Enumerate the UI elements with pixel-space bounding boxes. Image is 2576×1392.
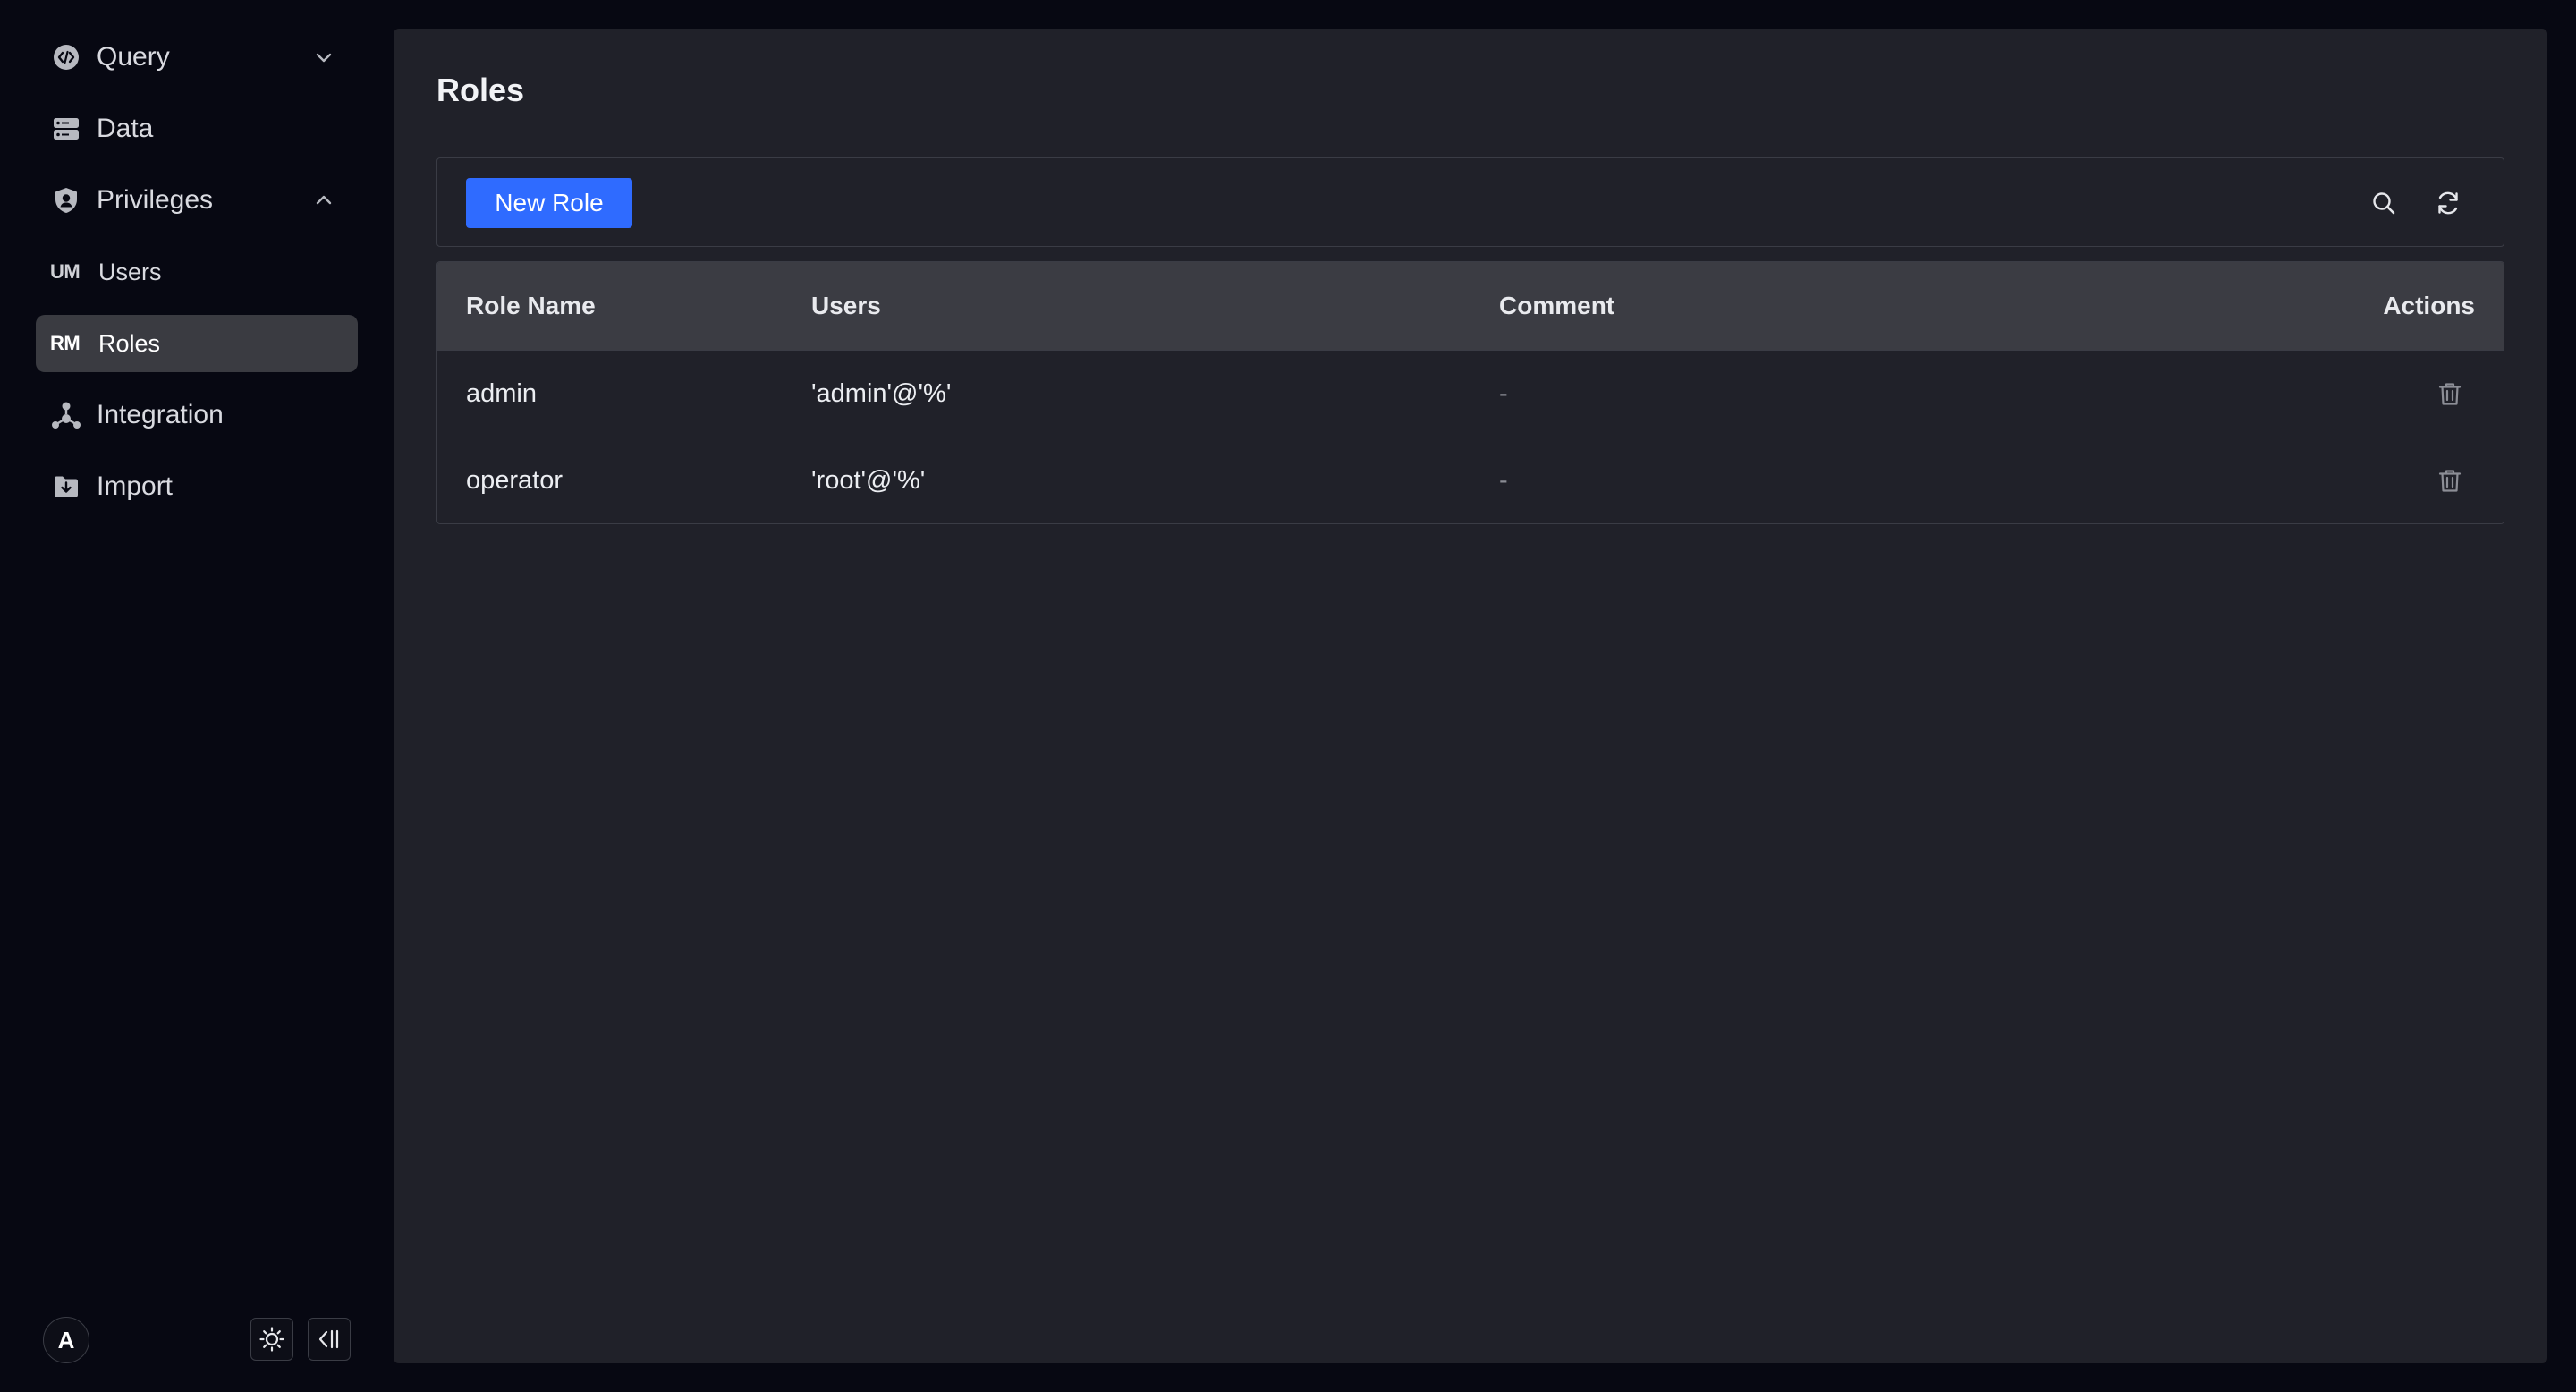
sun-icon bbox=[258, 1326, 285, 1353]
role-name-cell: admin bbox=[466, 379, 537, 408]
sidebar-item-abbr: UM bbox=[50, 260, 80, 283]
sidebar-item-label: Roles bbox=[98, 329, 161, 357]
sidebar-item-data[interactable]: Data bbox=[36, 100, 358, 157]
sidebar-item-import[interactable]: Import bbox=[36, 458, 358, 515]
sidebar-item-label: Integration bbox=[97, 400, 224, 429]
chevron-down-icon[interactable] bbox=[309, 43, 338, 72]
sidebar-item-label: Query bbox=[97, 42, 170, 72]
users-cell: 'root'@'%' bbox=[811, 466, 926, 495]
new-role-button[interactable]: New Role bbox=[466, 178, 632, 228]
integration-icon bbox=[50, 399, 82, 431]
code-icon bbox=[50, 41, 82, 73]
sidebar-item-abbr: RM bbox=[50, 332, 80, 354]
table-row: operator 'root'@'%' - bbox=[437, 437, 2504, 523]
sidebar: Query Data Privileges UM Users RM Roles … bbox=[0, 0, 394, 1392]
sidebar-item-privileges[interactable]: Privileges bbox=[36, 172, 358, 229]
column-header-role-name: Role Name bbox=[466, 292, 596, 319]
page-title: Roles bbox=[436, 72, 525, 108]
column-header-users: Users bbox=[811, 292, 881, 319]
chevron-up-icon[interactable] bbox=[309, 186, 338, 215]
import-icon bbox=[50, 471, 82, 503]
table-header: Role Name Users Comment Actions bbox=[437, 262, 2504, 350]
table-row: admin 'admin'@'%' - bbox=[437, 350, 2504, 437]
role-name-cell: operator bbox=[466, 466, 564, 495]
column-header-comment: Comment bbox=[1499, 292, 1615, 319]
database-icon bbox=[50, 113, 82, 145]
collapse-sidebar-button[interactable] bbox=[308, 1318, 351, 1361]
column-header-actions: Actions bbox=[2383, 292, 2475, 319]
sidebar-item-query[interactable]: Query bbox=[36, 29, 358, 86]
sidebar-item-integration[interactable]: Integration bbox=[36, 386, 358, 444]
toolbar: New Role bbox=[436, 157, 2504, 247]
sidebar-item-label: Users bbox=[98, 258, 162, 285]
users-cell: 'admin'@'%' bbox=[811, 379, 952, 408]
trash-icon[interactable] bbox=[2432, 463, 2468, 498]
avatar[interactable]: A bbox=[43, 1317, 89, 1363]
comment-cell: - bbox=[1499, 466, 1508, 495]
search-icon[interactable] bbox=[2366, 185, 2402, 221]
sidebar-item-label: Data bbox=[97, 114, 154, 143]
trash-icon[interactable] bbox=[2432, 376, 2468, 412]
sidebar-item-label: Privileges bbox=[97, 185, 214, 215]
roles-table: Role Name Users Comment Actions admin 'a… bbox=[436, 261, 2504, 524]
app-root: Query Data Privileges UM Users RM Roles … bbox=[0, 0, 2576, 1392]
main-panel: Roles New Role Role Name Users Comment A… bbox=[394, 29, 2547, 1363]
refresh-icon[interactable] bbox=[2430, 185, 2466, 221]
sidebar-item-users[interactable]: UM Users bbox=[36, 243, 358, 301]
sidebar-item-label: Import bbox=[97, 471, 174, 501]
theme-toggle-button[interactable] bbox=[250, 1318, 293, 1361]
collapse-sidebar-icon bbox=[316, 1326, 343, 1353]
comment-cell: - bbox=[1499, 379, 1508, 408]
sidebar-item-roles[interactable]: RM Roles bbox=[36, 315, 358, 372]
shield-user-icon bbox=[50, 184, 82, 216]
